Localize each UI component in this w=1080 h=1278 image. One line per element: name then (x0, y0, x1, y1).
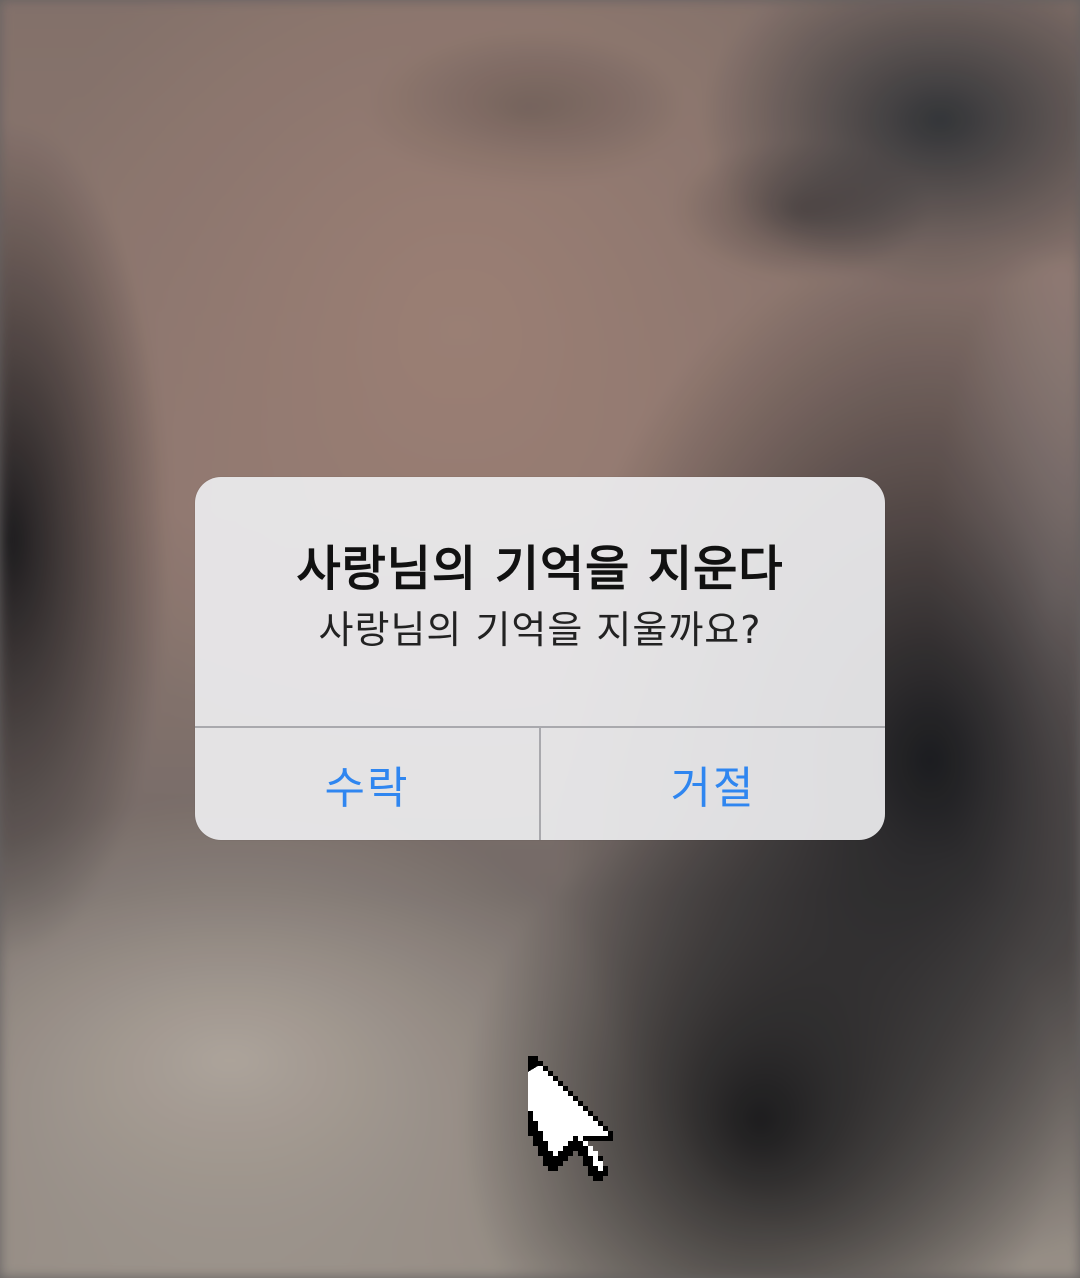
accept-button[interactable]: 수락 (195, 728, 539, 840)
pixel-arrow-cursor-icon (528, 1056, 613, 1181)
alert-dialog: 사랑님의 기억을 지운다 사랑님의 기억을 지울까요? 수락 거절 (195, 477, 885, 840)
alert-body: 사랑님의 기억을 지운다 사랑님의 기억을 지울까요? (195, 477, 885, 726)
alert-message: 사랑님의 기억을 지울까요? (318, 608, 762, 652)
screen: 사랑님의 기억을 지운다 사랑님의 기억을 지울까요? 수락 거절 (0, 0, 1080, 1278)
decline-button[interactable]: 거절 (541, 728, 885, 840)
alert-title: 사랑님의 기억을 지운다 (296, 541, 784, 597)
